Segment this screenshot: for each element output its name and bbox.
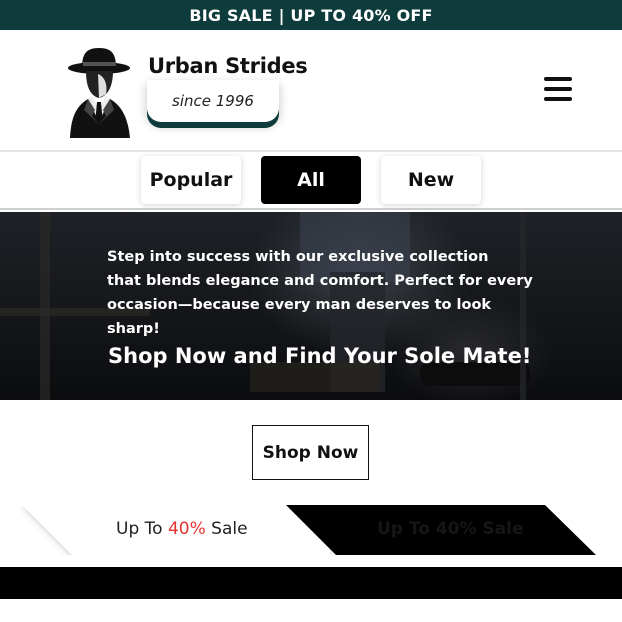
sale-prefix: Up To [116,519,168,539]
brand-name[interactable]: Urban Strides [148,54,308,78]
brand-tagline: since 1996 [172,92,254,110]
hamburger-menu-icon[interactable] [541,74,575,104]
promo-banner: BIG SALE | UP TO 40% OFF [0,0,622,30]
category-filter-bar: Popular All New [0,150,622,210]
tagline-box: since 1996 [147,80,279,122]
footer-band [0,567,622,599]
hero-line: Step into success with our exclusive col… [107,249,489,265]
site-header: Urban Strides since 1996 [0,30,622,150]
filter-popular-button[interactable]: Popular [141,156,241,204]
sale-label-dark: Up To 40% Sale [377,519,524,539]
fedora-man-silhouette-icon[interactable] [68,44,134,138]
hero-line: occasion—because every man deserves to l… [107,297,492,337]
sale-banner-shapes [22,505,596,555]
shop-now-button[interactable]: Shop Now [252,425,369,480]
sale-suffix: Sale [205,519,248,539]
promo-text: BIG SALE | UP TO 40% OFF [189,5,433,25]
filter-all-button[interactable]: All [261,156,361,204]
sale-banner-strip[interactable]: Up To 40% Sale Up To 40% Sale [0,505,622,555]
hero-line: that blends elegance and comfort. Perfec… [107,273,533,289]
hero-banner: Step into success with our exclusive col… [0,212,622,400]
sale-label: Up To 40% Sale [116,519,248,539]
hero-headline: Shop Now and Find Your Sole Mate! [108,344,532,368]
sale-percent: 40% [167,519,206,539]
hero-description: Step into success with our exclusive col… [107,245,537,341]
filter-new-button[interactable]: New [381,156,481,204]
